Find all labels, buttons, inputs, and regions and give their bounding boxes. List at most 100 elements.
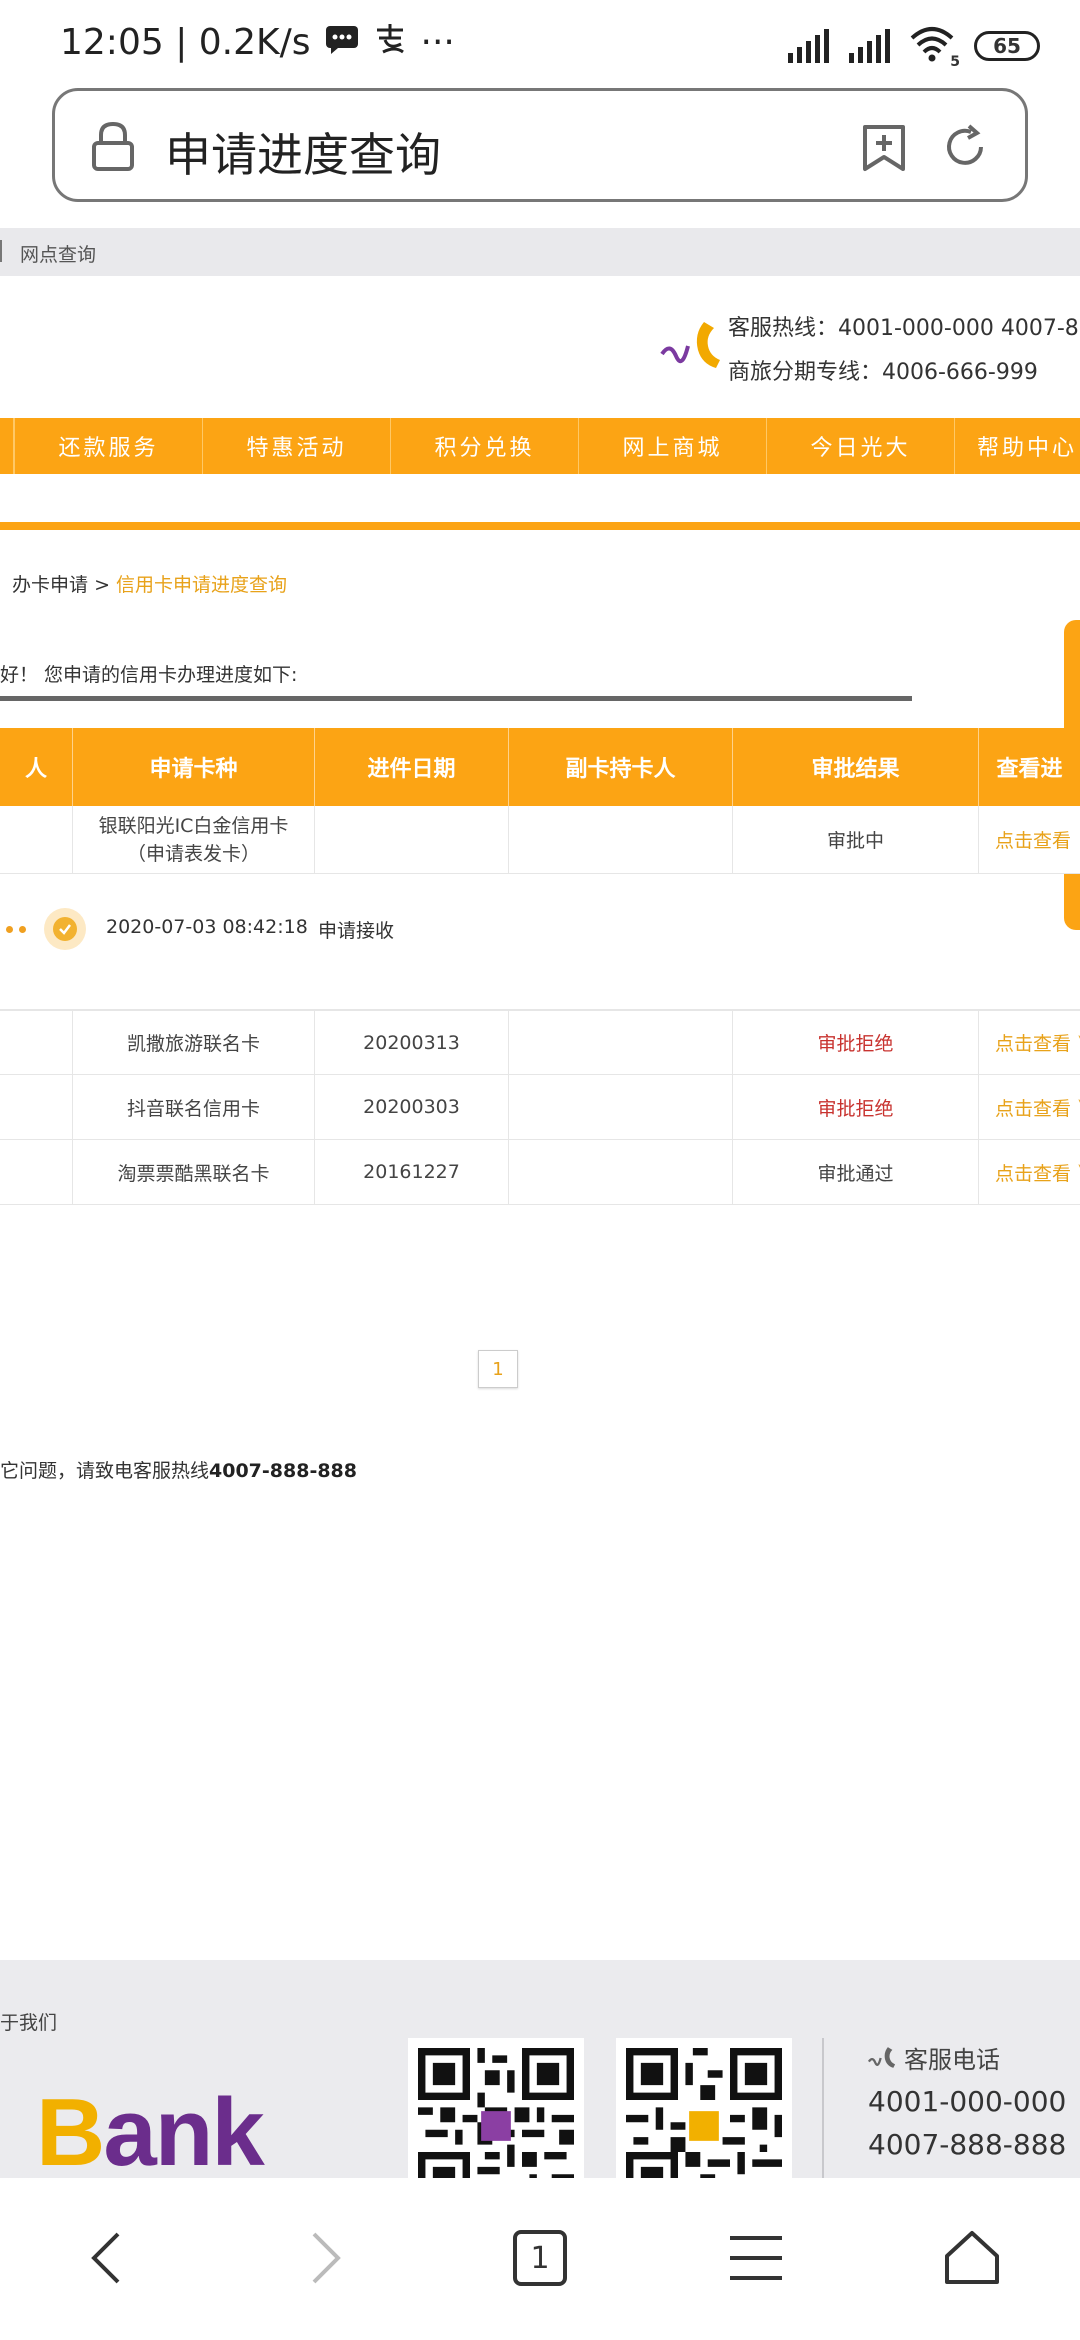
- view-details-text: 点击查看: [995, 1097, 1072, 1120]
- status-time: 12:05 | 0.2K/s: [60, 22, 311, 63]
- reload-icon[interactable]: [941, 123, 989, 171]
- table-header: 人 申请卡种 进件日期 副卡持卡人 审批结果 查看进: [0, 728, 1080, 806]
- cell-result: 审批通过: [732, 1140, 978, 1204]
- back-icon: [91, 2232, 120, 2284]
- cell-card-type: 淘票票酷黑联名卡: [72, 1140, 314, 1204]
- view-details-text: 点击查看: [995, 1033, 1072, 1055]
- cell-secondary: [508, 1075, 732, 1139]
- cell-result: 审批拒绝: [732, 1075, 978, 1139]
- about-us-link[interactable]: 于我们: [0, 2008, 57, 2035]
- progress-status: 申请接收: [318, 920, 395, 942]
- browser-bottom-nav: 1: [0, 2178, 1080, 2340]
- progress-datetime: 2020-07-03 08:42:18: [106, 916, 308, 938]
- cell-date: 20200313: [314, 1011, 508, 1074]
- pagination-page[interactable]: 1: [478, 1350, 518, 1388]
- menu-icon: [730, 2236, 782, 2280]
- table-row: 淘票票酷黑联名卡 20161227 审批通过 点击查看 ˅: [0, 1140, 1080, 1205]
- table-row: 凯撒旅游联名卡 20200313 审批拒绝 点击查看 ˅: [0, 1010, 1080, 1075]
- cell-card-type: 抖音联名信用卡: [72, 1075, 314, 1139]
- tab-count: 1: [530, 2240, 550, 2276]
- col-header-date: 进件日期: [314, 728, 508, 806]
- home-button[interactable]: [932, 2218, 1012, 2298]
- divider: [0, 240, 2, 262]
- phone-logo-icon: [868, 2046, 896, 2068]
- cell-date: 20200303: [314, 1075, 508, 1139]
- view-details-link[interactable]: 点击查看: [978, 806, 1080, 873]
- view-details-link[interactable]: 点击查看 ˅: [978, 1075, 1080, 1139]
- qr-code: [408, 2038, 584, 2180]
- nav-item-mall[interactable]: 网上商城: [578, 418, 766, 474]
- hotline-block: 客服热线：4001-000-000 4007-888 商旅分期专线：4006-6…: [660, 306, 1080, 396]
- nav-item-today[interactable]: 今日光大: [766, 418, 954, 474]
- nav-item-points[interactable]: 积分兑换: [390, 418, 578, 474]
- nav-item-repayment[interactable]: 还款服务: [14, 418, 202, 474]
- business-hotline: 商旅分期专线：4006-666-999: [728, 360, 1038, 385]
- col-header-view: 查看进: [978, 728, 1080, 806]
- service-hotline: 客服热线：4001-000-000 4007-888: [728, 316, 1080, 341]
- bank-logo-text: ank: [103, 2079, 264, 2180]
- forward-button[interactable]: [286, 2218, 366, 2298]
- view-details-text: 点击查看: [995, 1162, 1072, 1185]
- message-icon: [325, 22, 359, 63]
- tabs-icon: 1: [513, 2230, 567, 2286]
- breadcrumb: 办卡申请 > 信用卡申请进度查询: [12, 570, 287, 597]
- wifi-badge: 5: [950, 54, 960, 70]
- more-notifications-icon: ···: [420, 22, 455, 63]
- timeline-dots: [6, 926, 26, 933]
- orange-divider: [0, 522, 1080, 530]
- table-row: 银联阳光IC白金信用卡（申请表发卡） 审批中 点击查看: [0, 806, 1080, 874]
- cell-secondary: [508, 806, 732, 873]
- greeting-underline: [0, 696, 912, 701]
- battery-level: 65: [993, 34, 1021, 58]
- cell-card-type: 银联阳光IC白金信用卡（申请表发卡）: [72, 806, 314, 873]
- cell-card-type: 凯撒旅游联名卡: [72, 1011, 314, 1074]
- nav-item-promotions[interactable]: 特惠活动: [202, 418, 390, 474]
- footer-contact: 客服电话 4001-000-000 4007-888-888: [868, 2040, 1066, 2161]
- nav-item-help[interactable]: 帮助中心: [954, 418, 1074, 474]
- address-bar[interactable]: 申请进度查询: [52, 88, 1028, 202]
- check-icon: [44, 908, 86, 950]
- view-details-link[interactable]: 点击查看 ˅: [978, 1140, 1080, 1204]
- qr-code-icon: [418, 2048, 574, 2180]
- help-note: 它问题，请致电客服热线4007-888-888: [0, 1456, 357, 1483]
- wifi-icon: 5: [910, 26, 960, 70]
- forward-icon: [312, 2232, 341, 2284]
- page-title[interactable]: 申请进度查询: [165, 119, 441, 185]
- cell-holder: [0, 1075, 72, 1139]
- breadcrumb-parent[interactable]: 办卡申请: [12, 574, 88, 596]
- cell-date: 20161227: [314, 1140, 508, 1204]
- breadcrumb-current: 信用卡申请进度查询: [116, 574, 288, 596]
- main-nav: 还款服务 特惠活动 积分兑换 网上商城 今日光大 帮助中心: [0, 418, 1080, 474]
- cell-holder: [0, 806, 72, 873]
- lock-icon: [92, 121, 134, 171]
- top-strip: 网点查询: [0, 228, 1080, 276]
- menu-button[interactable]: [716, 2218, 796, 2298]
- cell-result: 审批拒绝: [732, 1011, 978, 1074]
- battery-icon: 65: [974, 31, 1040, 61]
- cell-holder: [0, 1011, 72, 1074]
- contact-label: 客服电话: [868, 2040, 1066, 2075]
- cell-holder: [0, 1140, 72, 1204]
- status-bar: 12:05 | 0.2K/s ··· 5 65: [0, 0, 1080, 90]
- progress-detail: 2020-07-03 08:42:18 申请接收: [0, 874, 1080, 1010]
- back-button[interactable]: [66, 2218, 146, 2298]
- footer-phone-2[interactable]: 4007-888-888: [868, 2128, 1066, 2161]
- branch-query-link[interactable]: 网点查询: [20, 240, 96, 267]
- status-right: 5 65: [788, 26, 1040, 70]
- status-left: 12:05 | 0.2K/s ···: [60, 22, 455, 63]
- phone-logo-icon: [660, 322, 720, 368]
- tabs-button[interactable]: 1: [500, 2218, 580, 2298]
- signal-icon: [788, 29, 829, 63]
- breadcrumb-separator: >: [94, 574, 110, 596]
- bank-logo: Bank: [36, 2078, 265, 2180]
- footer-phone-1[interactable]: 4001-000-000: [868, 2085, 1066, 2118]
- col-header-card-type: 申请卡种: [72, 728, 314, 806]
- table-row: 抖音联名信用卡 20200303 审批拒绝 点击查看 ˅: [0, 1075, 1080, 1140]
- col-header-result: 审批结果: [732, 728, 978, 806]
- add-bookmark-icon[interactable]: [861, 123, 907, 173]
- cell-secondary: [508, 1011, 732, 1074]
- cell-secondary: [508, 1140, 732, 1204]
- cell-result: 审批中: [732, 806, 978, 873]
- view-details-link[interactable]: 点击查看 ˅: [978, 1011, 1080, 1074]
- greeting-text: 好！ 您申请的信用卡办理进度如下:: [0, 664, 298, 686]
